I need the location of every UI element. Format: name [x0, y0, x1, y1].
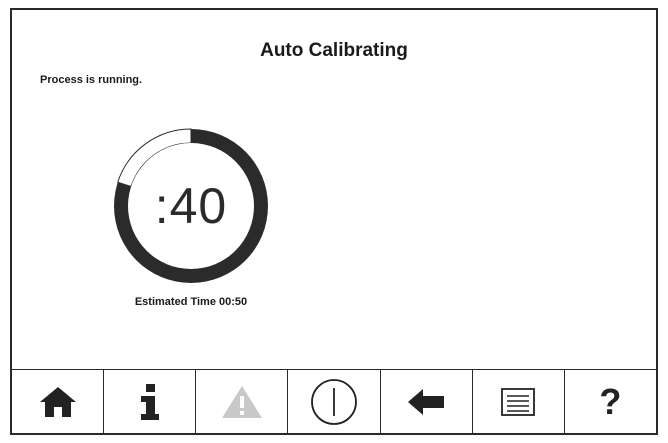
list-icon: [501, 387, 536, 416]
warning-button[interactable]: [196, 370, 289, 433]
info-button[interactable]: [104, 370, 197, 433]
home-icon: [39, 386, 76, 417]
list-button[interactable]: [473, 370, 565, 433]
help-button[interactable]: ?: [565, 370, 656, 433]
info-icon: [140, 383, 159, 420]
time-remaining: :40: [154, 178, 228, 234]
power-icon: [311, 378, 357, 425]
page-title: Auto Calibrating: [260, 40, 408, 61]
toolbar: ?: [12, 369, 656, 433]
status-text: Process is running.: [40, 74, 143, 86]
calibration-screen: Auto Calibrating Process is running. :40…: [10, 8, 658, 435]
power-button[interactable]: [288, 370, 381, 433]
help-icon: ?: [599, 380, 622, 422]
back-arrow-icon: [408, 388, 445, 415]
home-button[interactable]: [12, 370, 105, 433]
countdown-timer: :40: [105, 120, 277, 292]
warning-icon: [221, 385, 262, 418]
back-button[interactable]: [381, 370, 473, 433]
estimated-time: Estimated Time 00:50: [134, 296, 248, 308]
